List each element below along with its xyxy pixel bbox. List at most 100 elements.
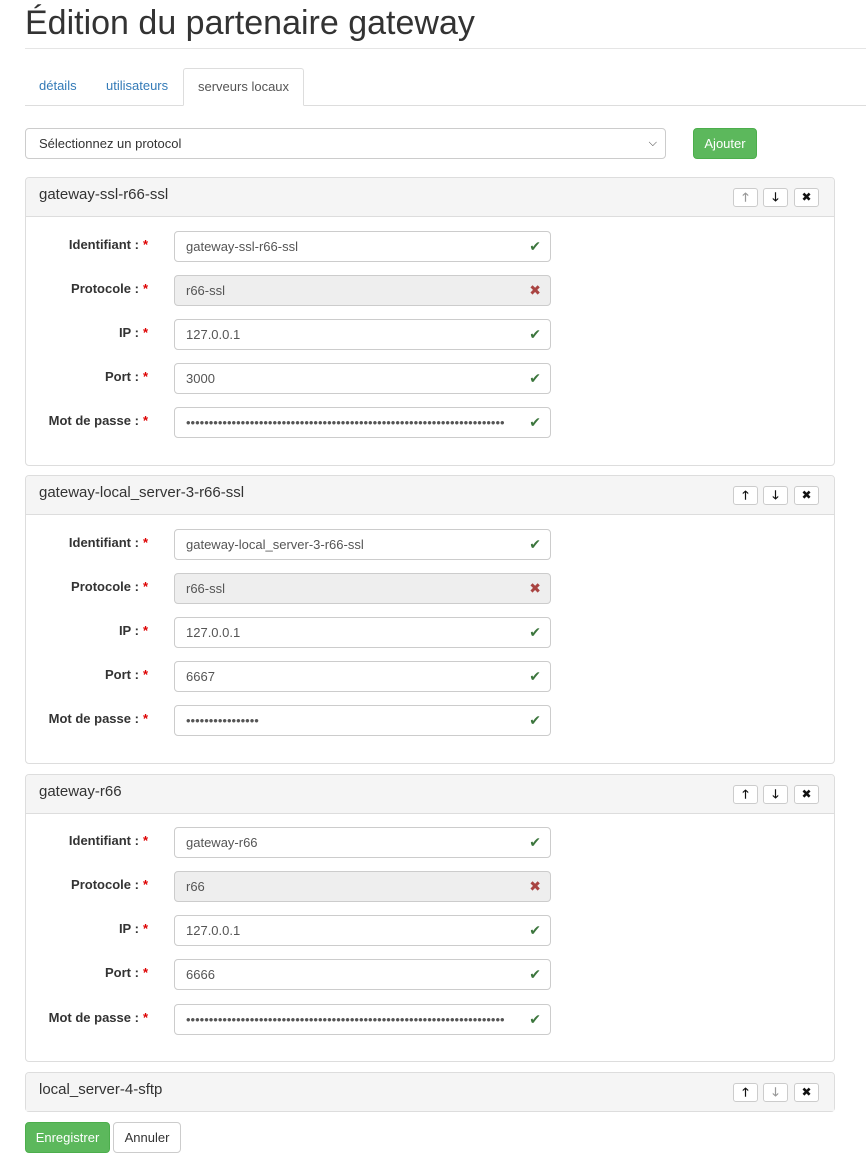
- field-label: Mot de passe :: [48, 711, 139, 726]
- port-field[interactable]: 3000 ✔: [174, 363, 551, 394]
- tab-local-servers[interactable]: serveurs locaux: [183, 68, 305, 106]
- protocole-field: r66 ✖: [174, 871, 551, 902]
- check-icon: ✔: [529, 624, 541, 640]
- check-icon: ✔: [529, 414, 541, 430]
- panel-title: gateway-r66: [39, 783, 122, 800]
- arrow-down-icon[interactable]: 🡓: [763, 486, 788, 505]
- server-panel: local_server-4-sftp 🡑 🡓 ✖: [25, 1072, 835, 1112]
- check-icon: ✔: [529, 1011, 541, 1027]
- arrow-up-icon[interactable]: 🡑: [733, 785, 758, 804]
- arrow-up-icon[interactable]: 🡑: [733, 188, 758, 207]
- field-label: Identifiant :: [68, 833, 139, 848]
- field-label: Protocole :: [71, 579, 139, 594]
- check-icon: ✔: [529, 370, 541, 386]
- server-panel: gateway-r66 🡑 🡓 ✖ Identifiant : * gateway…: [25, 774, 835, 1062]
- form-row-port: Port : * 3000 ✔: [26, 363, 834, 394]
- chevron-down-icon: ⌵: [648, 137, 657, 149]
- protocole-field: r66-ssl ✖: [174, 275, 551, 306]
- ip-field[interactable]: 127.0.0.1 ✔: [174, 319, 551, 350]
- panel-title: gateway-local_server-3-r66-ssl: [39, 484, 245, 501]
- ip-field[interactable]: 127.0.0.1 ✔: [174, 915, 551, 946]
- password-field[interactable]: •••••••••••••••• ✔: [174, 705, 551, 736]
- field-label: IP :: [118, 623, 139, 638]
- panel-heading: local_server-4-sftp 🡑 🡓 ✖: [26, 1073, 834, 1111]
- required-marker: *: [142, 623, 148, 638]
- form-row-ip: IP : * 127.0.0.1 ✔: [26, 319, 834, 350]
- field-label: Mot de passe :: [48, 1010, 139, 1025]
- check-icon: ✔: [529, 712, 541, 728]
- close-icon[interactable]: ✖: [794, 188, 819, 207]
- protocole-field: r66-ssl ✖: [174, 573, 551, 604]
- field-label: Port :: [104, 667, 139, 682]
- required-marker: *: [142, 711, 148, 726]
- identifiant-field[interactable]: gateway-r66 ✔: [174, 827, 551, 858]
- port-field[interactable]: 6666 ✔: [174, 959, 551, 990]
- panel-heading: gateway-r66 🡑 🡓 ✖: [26, 775, 834, 814]
- cross-icon: ✖: [529, 282, 541, 298]
- form-row-identifiant: Identifiant : * gateway-r66 ✔: [26, 827, 834, 858]
- required-marker: *: [142, 535, 148, 550]
- password-field[interactable]: ••••••••••••••••••••••••••••••••••••••••…: [174, 1004, 551, 1035]
- check-icon: ✔: [529, 966, 541, 982]
- form-row-port: Port : * 6666 ✔: [26, 959, 834, 990]
- password-field[interactable]: ••••••••••••••••••••••••••••••••••••••••…: [174, 407, 551, 438]
- field-label: Port :: [104, 965, 139, 980]
- form-row-ip: IP : * 127.0.0.1 ✔: [26, 915, 834, 946]
- required-marker: *: [142, 325, 148, 340]
- required-marker: *: [142, 667, 148, 682]
- field-label: Identifiant :: [68, 237, 139, 252]
- check-icon: ✔: [529, 834, 541, 850]
- identifiant-field[interactable]: gateway-local_server-3-r66-ssl ✔: [174, 529, 551, 560]
- required-marker: *: [142, 413, 148, 428]
- required-marker: *: [142, 237, 148, 252]
- field-label: Protocole :: [71, 281, 139, 296]
- form-row-password: Mot de passe : * ••••••••••••••••••••••••…: [26, 1004, 834, 1035]
- field-label: IP :: [118, 921, 139, 936]
- check-icon: ✔: [529, 326, 541, 342]
- tab-bar: détails utilisateurs serveurs locaux: [25, 68, 866, 106]
- close-icon[interactable]: ✖: [794, 486, 819, 505]
- protocol-select-value: Sélectionnez un protocol: [39, 136, 182, 151]
- required-marker: *: [142, 921, 148, 936]
- panel-heading: gateway-ssl-r66-ssl 🡑 🡓 ✖: [26, 178, 834, 217]
- check-icon: ✔: [529, 238, 541, 254]
- form-row-identifiant: Identifiant : * gateway-local_server-3-r6…: [26, 529, 834, 560]
- check-icon: ✔: [529, 668, 541, 684]
- cross-icon: ✖: [529, 878, 541, 894]
- protocol-select[interactable]: Sélectionnez un protocol ⌵: [25, 128, 666, 159]
- title-divider: [25, 48, 866, 49]
- arrow-up-icon[interactable]: 🡑: [733, 486, 758, 505]
- required-marker: *: [142, 965, 148, 980]
- required-marker: *: [142, 281, 148, 296]
- tab-details[interactable]: détails: [25, 68, 91, 104]
- save-button[interactable]: Enregistrer: [25, 1122, 110, 1153]
- required-marker: *: [142, 1010, 148, 1025]
- form-row-password: Mot de passe : * ••••••••••••••••••••••••…: [26, 407, 834, 438]
- panel-title: gateway-ssl-r66-ssl: [39, 186, 169, 203]
- form-row-ip: IP : * 127.0.0.1 ✔: [26, 617, 834, 648]
- ip-field[interactable]: 127.0.0.1 ✔: [174, 617, 551, 648]
- field-label: Identifiant :: [68, 535, 139, 550]
- cancel-button[interactable]: Annuler: [113, 1122, 181, 1153]
- tab-users[interactable]: utilisateurs: [92, 68, 182, 104]
- add-button[interactable]: Ajouter: [693, 128, 757, 159]
- form-row-protocole: Protocole : * r66-ssl ✖: [26, 573, 834, 604]
- server-panel: gateway-local_server-3-r66-ssl 🡑 🡓 ✖ Ide…: [25, 475, 835, 764]
- close-icon[interactable]: ✖: [794, 785, 819, 804]
- field-label: IP :: [118, 325, 139, 340]
- arrow-up-icon[interactable]: 🡑: [733, 1083, 758, 1102]
- required-marker: *: [142, 877, 148, 892]
- panel-title: local_server-4-sftp: [39, 1081, 163, 1098]
- identifiant-field[interactable]: gateway-ssl-r66-ssl ✔: [174, 231, 551, 262]
- close-icon[interactable]: ✖: [794, 1083, 819, 1102]
- form-row-protocole: Protocole : * r66 ✖: [26, 871, 834, 902]
- arrow-down-icon[interactable]: 🡓: [763, 1083, 788, 1102]
- field-label: Port :: [104, 369, 139, 384]
- port-field[interactable]: 6667 ✔: [174, 661, 551, 692]
- field-label: Protocole :: [71, 877, 139, 892]
- check-icon: ✔: [529, 536, 541, 552]
- page-title: Édition du partenaire gateway: [25, 4, 475, 42]
- arrow-down-icon[interactable]: 🡓: [763, 785, 788, 804]
- check-icon: ✔: [529, 922, 541, 938]
- arrow-down-icon[interactable]: 🡓: [763, 188, 788, 207]
